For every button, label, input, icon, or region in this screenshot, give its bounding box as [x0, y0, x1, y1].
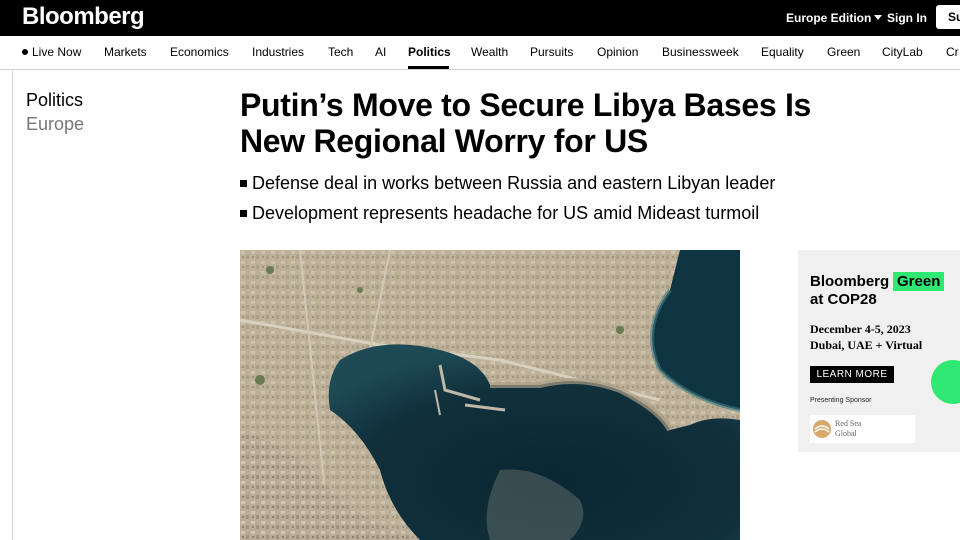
bloomberg-green-cop28-ad[interactable]: Bloomberg Green at COP28 December 4-5, 2… — [798, 250, 960, 452]
nav-item-green[interactable]: Green — [827, 45, 860, 59]
active-tab-underline — [408, 66, 449, 69]
nav-item-tech[interactable]: Tech — [328, 45, 353, 59]
nav-item-ai[interactable]: AI — [375, 45, 386, 59]
bullet-square-icon — [240, 180, 247, 187]
sponsor-wave-icon — [813, 420, 831, 438]
sponsor-name: Red Sea Global — [835, 419, 861, 439]
nav-item-wealth[interactable]: Wealth — [471, 45, 508, 59]
top-header: Bloomberg Europe Edition Sign In Su — [0, 0, 960, 36]
abstract-text: Defense deal in works between Russia and… — [252, 173, 776, 193]
nav-item-markets[interactable]: Markets — [104, 45, 147, 59]
nav-item-economics[interactable]: Economics — [170, 45, 229, 59]
nav-item-politics[interactable]: Politics — [408, 45, 451, 59]
learn-more-button[interactable]: LEARN MORE — [810, 366, 894, 383]
article-headline: Putin’s Move to Secure Libya Bases Is Ne… — [240, 87, 812, 159]
green-badge-icon — [931, 360, 960, 404]
subscribe-button[interactable]: Su — [936, 5, 960, 29]
nav-item-opinion[interactable]: Opinion — [597, 45, 638, 59]
ad-brand-green: Green — [893, 272, 945, 291]
edition-selector[interactable]: Europe Edition — [786, 11, 883, 25]
bloomberg-logo[interactable]: Bloomberg — [22, 2, 145, 32]
satellite-harbor-image — [240, 250, 740, 540]
ad-sponsor-logo: Red Sea Global — [810, 415, 915, 443]
sponsor-name-line: Global — [835, 429, 857, 438]
nav-item-pursuits[interactable]: Pursuits — [530, 45, 573, 59]
section-label: Politics Europe — [26, 88, 84, 136]
nav-item-live-now[interactable]: Live Now — [22, 45, 81, 59]
live-dot-icon — [22, 49, 28, 55]
ad-date: December 4-5, 2023 — [810, 322, 911, 336]
sign-in-link[interactable]: Sign In — [887, 11, 927, 25]
ad-event: at COP28 — [810, 291, 877, 308]
nav-item-businessweek[interactable]: Businessweek — [662, 45, 739, 59]
ad-location: Dubai, UAE + Virtual — [810, 338, 923, 352]
bullet-square-icon — [240, 210, 247, 217]
section-name[interactable]: Politics — [26, 88, 84, 112]
abstract-bullet: Defense deal in works between Russia and… — [240, 173, 880, 193]
nav-item-industries[interactable]: Industries — [252, 45, 304, 59]
ad-brand: Bloomberg — [810, 273, 890, 290]
article-lead-image — [240, 250, 740, 540]
nav-item-citylab[interactable]: CityLab — [882, 45, 923, 59]
ad-presenting-label: Presenting Sponsor — [810, 397, 872, 404]
page-left-border — [12, 69, 13, 540]
edition-label: Europe Edition — [786, 11, 872, 25]
article-abstract: Defense deal in works between Russia and… — [240, 173, 880, 233]
section-nav: Live Now Markets Economics Industries Te… — [0, 36, 960, 70]
nav-item-equality[interactable]: Equality — [761, 45, 804, 59]
abstract-bullet: Development represents headache for US a… — [240, 203, 880, 223]
section-region[interactable]: Europe — [26, 112, 84, 136]
sponsor-name-line: Red Sea — [835, 419, 862, 428]
nav-item-crypto[interactable]: Cr — [946, 45, 959, 59]
chevron-down-icon — [874, 15, 883, 20]
abstract-text: Development represents headache for US a… — [252, 203, 760, 223]
nav-item-label: Live Now — [32, 45, 82, 59]
